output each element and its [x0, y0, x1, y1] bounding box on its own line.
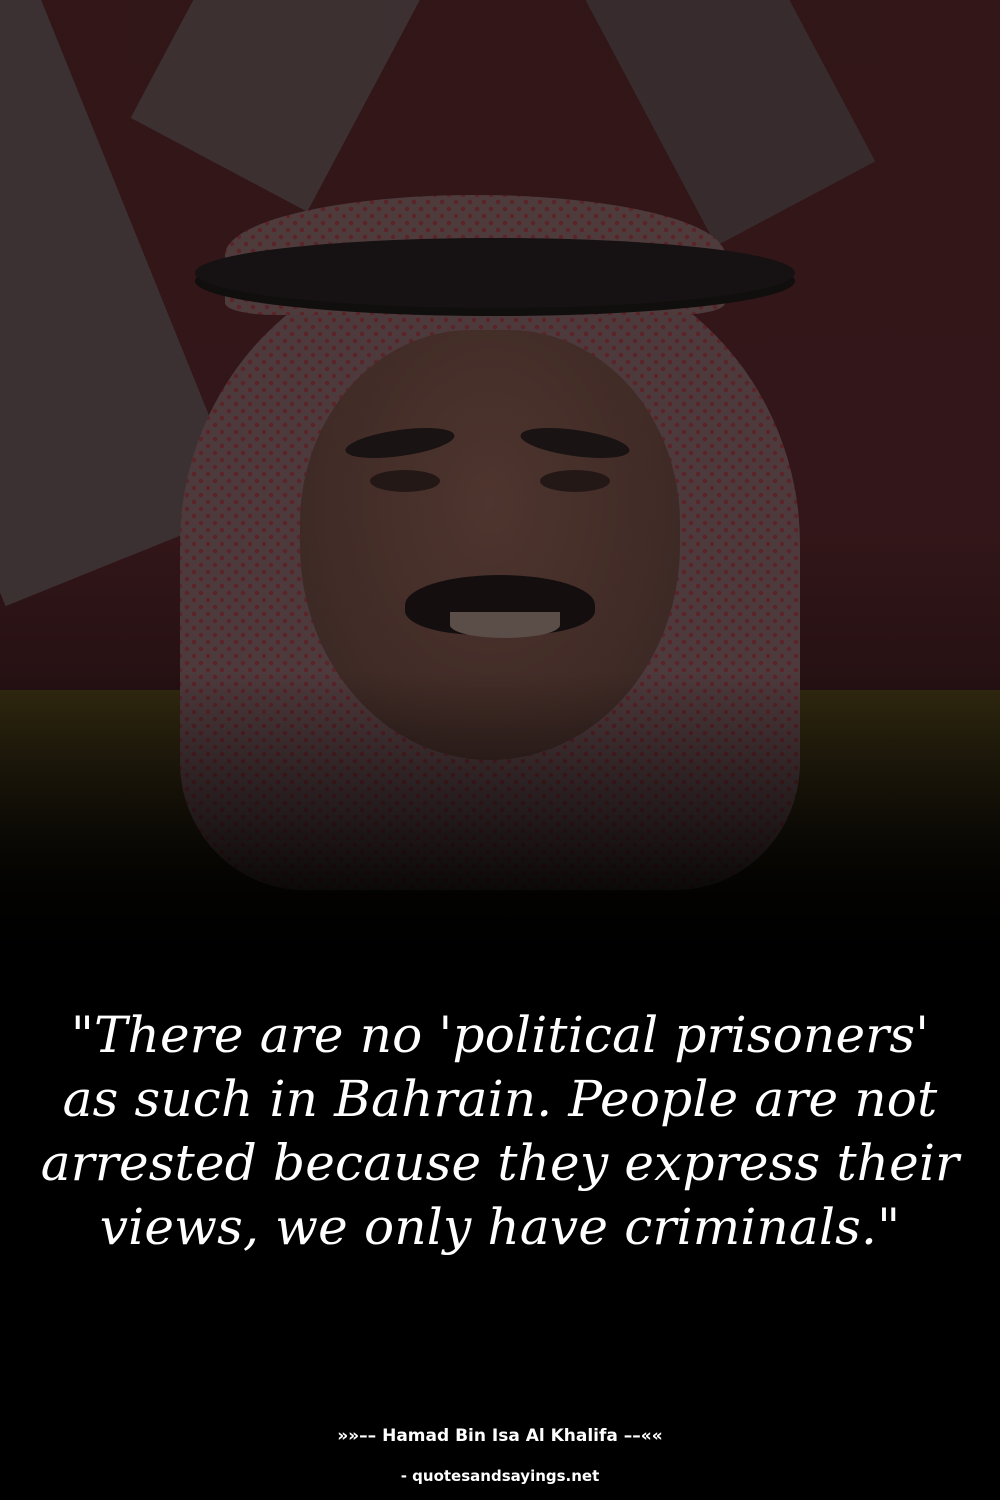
quote-poster: "There are no 'political prisoners' as s…: [0, 0, 1000, 1500]
source-credit: - quotesandsayings.net: [400, 1467, 600, 1485]
author-line: »»–– Hamad Bin Isa Al Khalifa ––««: [0, 1425, 1000, 1447]
author-name: Hamad Bin Isa Al Khalifa: [382, 1426, 618, 1446]
photo-dark-overlay: [0, 0, 1000, 960]
author-suffix: ––««: [617, 1426, 663, 1446]
author-prefix: »»––: [337, 1426, 383, 1446]
portrait-photo: [0, 0, 1000, 960]
quote-text: "There are no 'political prisoners' as s…: [40, 1006, 960, 1256]
